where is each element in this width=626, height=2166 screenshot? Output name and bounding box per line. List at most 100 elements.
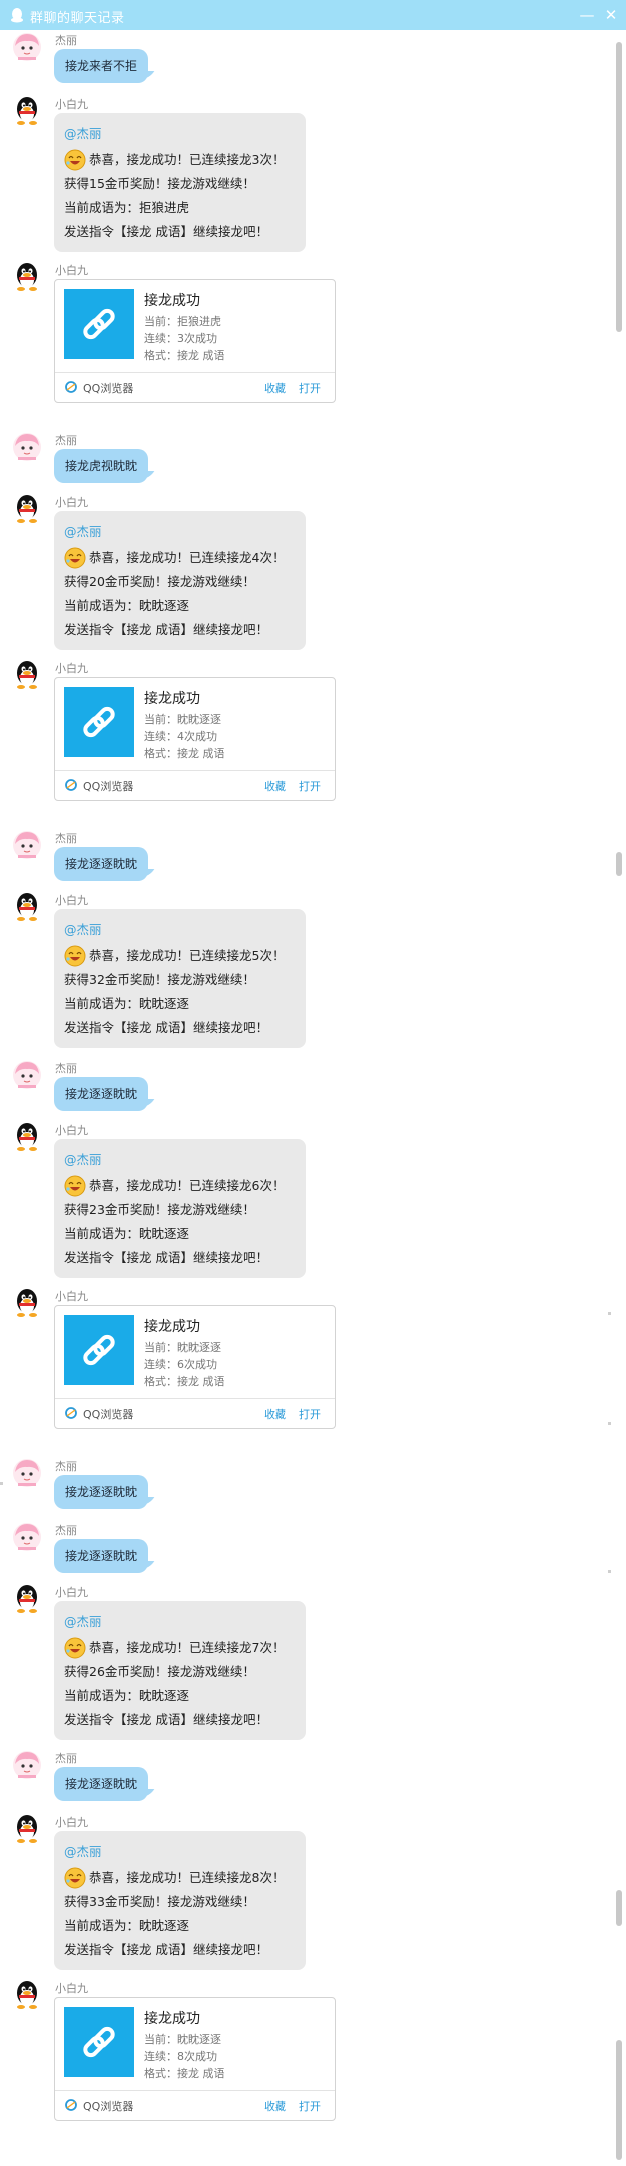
message-text: 接龙来者不拒 (65, 59, 138, 73)
card-streak: 连续：6次成功 (144, 1358, 217, 1371)
share-card[interactable]: 接龙成功 当前：拒狼进虎 连续：3次成功 格式：接龙 成语 QQ浏览器 收藏 打… (54, 279, 336, 403)
mention-link[interactable]: @杰丽 (64, 920, 296, 944)
browser-label: QQ浏览器 (83, 382, 134, 395)
mention-link[interactable]: @杰丽 (64, 522, 296, 546)
bot-message-bubble[interactable]: @杰丽 恭喜，接龙成功！已连续接龙6次！ 获得23金币奖励！接龙游戏继续！ 当前… (54, 1139, 306, 1278)
scrollbar-thumb[interactable] (616, 42, 622, 332)
qq-penguin-avatar-icon[interactable] (12, 96, 42, 126)
sender-name: 小白九 (55, 1982, 88, 1995)
share-card[interactable]: 接龙成功 当前：眈眈逐逐 连续：4次成功 格式：接龙 成语 QQ浏览器 收藏 打… (54, 677, 336, 801)
mention-link[interactable]: @杰丽 (64, 1150, 296, 1174)
open-button[interactable]: 打开 (299, 1406, 321, 1422)
open-button[interactable]: 打开 (299, 380, 321, 396)
bot-message-bubble[interactable]: @杰丽 恭喜，接龙成功！已连续接龙7次！ 获得26金币奖励！接龙游戏继续！ 当前… (54, 1601, 306, 1740)
anime-girl-avatar-icon[interactable] (12, 1458, 42, 1488)
anime-girl-avatar-icon[interactable] (12, 830, 42, 860)
sender-name: 杰丽 (55, 434, 77, 447)
card-title: 接龙成功 (144, 691, 200, 707)
qq-penguin-avatar-icon[interactable] (12, 1288, 42, 1318)
sender-name: 杰丽 (55, 1752, 77, 1765)
minimize-button[interactable]: — (576, 4, 598, 26)
edge-mark (0, 1482, 3, 1485)
anime-girl-avatar-icon[interactable] (12, 1060, 42, 1090)
message-line: 获得15金币奖励！接龙游戏继续！ (64, 176, 255, 191)
open-button[interactable]: 打开 (299, 778, 321, 794)
browser-label: QQ浏览器 (83, 1408, 134, 1421)
card-title: 接龙成功 (144, 293, 200, 309)
qq-penguin-avatar-icon[interactable] (12, 1814, 42, 1844)
message-line: 当前成语为：眈眈逐逐 (64, 598, 190, 613)
mention-link[interactable]: @杰丽 (64, 124, 296, 148)
scrollbar[interactable] (612, 30, 626, 2166)
sender-name: 小白九 (55, 98, 88, 111)
card-current: 当前：眈眈逐逐 (144, 2033, 221, 2046)
user-message-bubble[interactable]: 接龙逐逐眈眈 (54, 1539, 149, 1573)
chat-history: 杰丽 接龙来者不拒 小白九 @杰丽 恭喜，接龙成功！已连续接龙3次！ 获得15金… (0, 30, 611, 2166)
link-icon (64, 2007, 134, 2077)
qq-penguin-avatar-icon[interactable] (12, 1584, 42, 1614)
scrollbar-marker (616, 852, 622, 876)
qq-penguin-avatar-icon[interactable] (12, 262, 42, 292)
user-message-bubble[interactable]: 接龙逐逐眈眈 (54, 847, 149, 881)
message-line: 获得23金币奖励！接龙游戏继续！ (64, 1202, 255, 1217)
card-divider (55, 372, 335, 373)
anime-girl-avatar-icon[interactable] (12, 32, 42, 62)
qq-browser-icon (65, 381, 77, 393)
card-format: 格式：接龙 成语 (144, 1375, 225, 1388)
bot-message-bubble[interactable]: @杰丽 恭喜，接龙成功！已连续接龙5次！ 获得32金币奖励！接龙游戏继续！ 当前… (54, 909, 306, 1048)
edge-mark (608, 1312, 611, 1315)
card-format: 格式：接龙 成语 (144, 2067, 225, 2080)
bot-message-bubble[interactable]: @杰丽 恭喜，接龙成功！已连续接龙3次！ 获得15金币奖励！接龙游戏继续！ 当前… (54, 113, 306, 252)
message-line: 恭喜，接龙成功！已连续接龙7次！ (64, 1636, 296, 1660)
link-icon (64, 1315, 134, 1385)
qq-penguin-avatar-icon[interactable] (12, 1122, 42, 1152)
user-message-bubble[interactable]: 接龙逐逐眈眈 (54, 1077, 149, 1111)
card-streak: 连续：4次成功 (144, 730, 217, 743)
message-line: 当前成语为：眈眈逐逐 (64, 1918, 190, 1933)
share-card[interactable]: 接龙成功 当前：眈眈逐逐 连续：6次成功 格式：接龙 成语 QQ浏览器 收藏 打… (54, 1305, 336, 1429)
message-line: 恭喜，接龙成功！已连续接龙3次！ (64, 148, 296, 172)
favorite-button[interactable]: 收藏 (264, 380, 286, 396)
favorite-button[interactable]: 收藏 (264, 778, 286, 794)
qq-penguin-avatar-icon[interactable] (12, 1980, 42, 2010)
mention-link[interactable]: @杰丽 (64, 1842, 296, 1866)
user-message-bubble[interactable]: 接龙来者不拒 (54, 49, 149, 83)
edge-mark (608, 1422, 611, 1425)
qq-penguin-avatar-icon[interactable] (12, 494, 42, 524)
message-line: 获得26金币奖励！接龙游戏继续！ (64, 1664, 255, 1679)
share-card[interactable]: 接龙成功 当前：眈眈逐逐 连续：8次成功 格式：接龙 成语 QQ浏览器 收藏 打… (54, 1997, 336, 2121)
sender-name: 杰丽 (55, 1524, 77, 1537)
message-line: 发送指令【接龙 成语】继续接龙吧！ (64, 622, 268, 637)
sender-name: 杰丽 (55, 832, 77, 845)
laughing-emoji-icon (64, 1637, 86, 1659)
anime-girl-avatar-icon[interactable] (12, 1522, 42, 1552)
qq-browser-icon (65, 1407, 77, 1419)
open-button[interactable]: 打开 (299, 2098, 321, 2114)
message-line: 发送指令【接龙 成语】继续接龙吧！ (64, 1020, 268, 1035)
bot-message-bubble[interactable]: @杰丽 恭喜，接龙成功！已连续接龙4次！ 获得20金币奖励！接龙游戏继续！ 当前… (54, 511, 306, 650)
card-divider (55, 770, 335, 771)
user-message-bubble[interactable]: 接龙逐逐眈眈 (54, 1767, 149, 1801)
sender-name: 小白九 (55, 1290, 88, 1303)
user-message-bubble[interactable]: 接龙虎视眈眈 (54, 449, 149, 483)
qq-penguin-avatar-icon[interactable] (12, 892, 42, 922)
laughing-emoji-icon (64, 945, 86, 967)
bot-message-bubble[interactable]: @杰丽 恭喜，接龙成功！已连续接龙8次！ 获得33金币奖励！接龙游戏继续！ 当前… (54, 1831, 306, 1970)
card-title: 接龙成功 (144, 1319, 200, 1335)
favorite-button[interactable]: 收藏 (264, 1406, 286, 1422)
anime-girl-avatar-icon[interactable] (12, 1750, 42, 1780)
sender-name: 小白九 (55, 894, 88, 907)
card-streak: 连续：8次成功 (144, 2050, 217, 2063)
laughing-emoji-icon (64, 547, 86, 569)
message-line: 发送指令【接龙 成语】继续接龙吧！ (64, 1712, 268, 1727)
favorite-button[interactable]: 收藏 (264, 2098, 286, 2114)
message-text: 接龙逐逐眈眈 (65, 857, 138, 871)
mention-link[interactable]: @杰丽 (64, 1612, 296, 1636)
sender-name: 小白九 (55, 1816, 88, 1829)
message-text: 接龙逐逐眈眈 (65, 1549, 138, 1563)
close-button[interactable]: ✕ (600, 4, 622, 26)
anime-girl-avatar-icon[interactable] (12, 432, 42, 462)
user-message-bubble[interactable]: 接龙逐逐眈眈 (54, 1475, 149, 1509)
link-icon (64, 687, 134, 757)
qq-penguin-avatar-icon[interactable] (12, 660, 42, 690)
